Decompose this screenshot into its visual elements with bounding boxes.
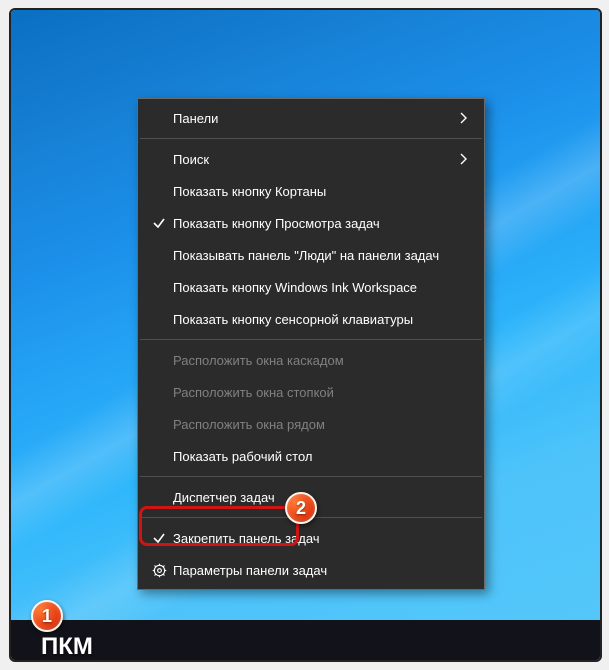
menu-item-cascade: Расположить окна каскадом (139, 344, 483, 376)
menu-item-stacked: Расположить окна стопкой (139, 376, 483, 408)
menu-label: Параметры панели задач (173, 563, 471, 578)
menu-label: Поиск (173, 152, 457, 167)
menu-label: Расположить окна каскадом (173, 353, 471, 368)
menu-item-show-taskview[interactable]: Показать кнопку Просмотра задач (139, 207, 483, 239)
menu-item-show-touch-keyboard[interactable]: Показать кнопку сенсорной клавиатуры (139, 303, 483, 335)
menu-item-side-by-side: Расположить окна рядом (139, 408, 483, 440)
menu-item-lock-taskbar[interactable]: Закрепить панель задач (139, 522, 483, 554)
menu-separator (140, 138, 482, 139)
annotation-pkm-label: ПКМ (41, 633, 93, 661)
menu-separator (140, 476, 482, 477)
menu-item-show-ink[interactable]: Показать кнопку Windows Ink Workspace (139, 271, 483, 303)
menu-label: Показать кнопку Кортаны (173, 184, 471, 199)
menu-item-panels[interactable]: Панели (139, 102, 483, 134)
menu-label: Расположить окна рядом (173, 417, 471, 432)
menu-item-show-desktop[interactable]: Показать рабочий стол (139, 440, 483, 472)
menu-label: Диспетчер задач (173, 490, 471, 505)
menu-label: Показывать панель "Люди" на панели задач (173, 248, 471, 263)
gear-icon (145, 563, 173, 578)
menu-label: Панели (173, 111, 457, 126)
menu-label: Показать кнопку Просмотра задач (173, 216, 471, 231)
menu-label: Показать рабочий стол (173, 449, 471, 464)
annotation-badge-1: 1 (31, 600, 63, 632)
chevron-right-icon (457, 153, 471, 165)
checkmark-icon (145, 216, 173, 230)
menu-separator (140, 339, 482, 340)
menu-label: Закрепить панель задач (173, 531, 471, 546)
menu-label: Показать кнопку сенсорной клавиатуры (173, 312, 471, 327)
menu-item-search[interactable]: Поиск (139, 143, 483, 175)
menu-label: Расположить окна стопкой (173, 385, 471, 400)
checkmark-icon (145, 531, 173, 545)
menu-item-show-cortana[interactable]: Показать кнопку Кортаны (139, 175, 483, 207)
menu-item-taskbar-settings[interactable]: Параметры панели задач (139, 554, 483, 586)
menu-item-show-people[interactable]: Показывать панель "Люди" на панели задач (139, 239, 483, 271)
chevron-right-icon (457, 112, 471, 124)
annotation-badge-2: 2 (285, 492, 317, 524)
menu-label: Показать кнопку Windows Ink Workspace (173, 280, 471, 295)
taskbar[interactable] (11, 620, 600, 660)
